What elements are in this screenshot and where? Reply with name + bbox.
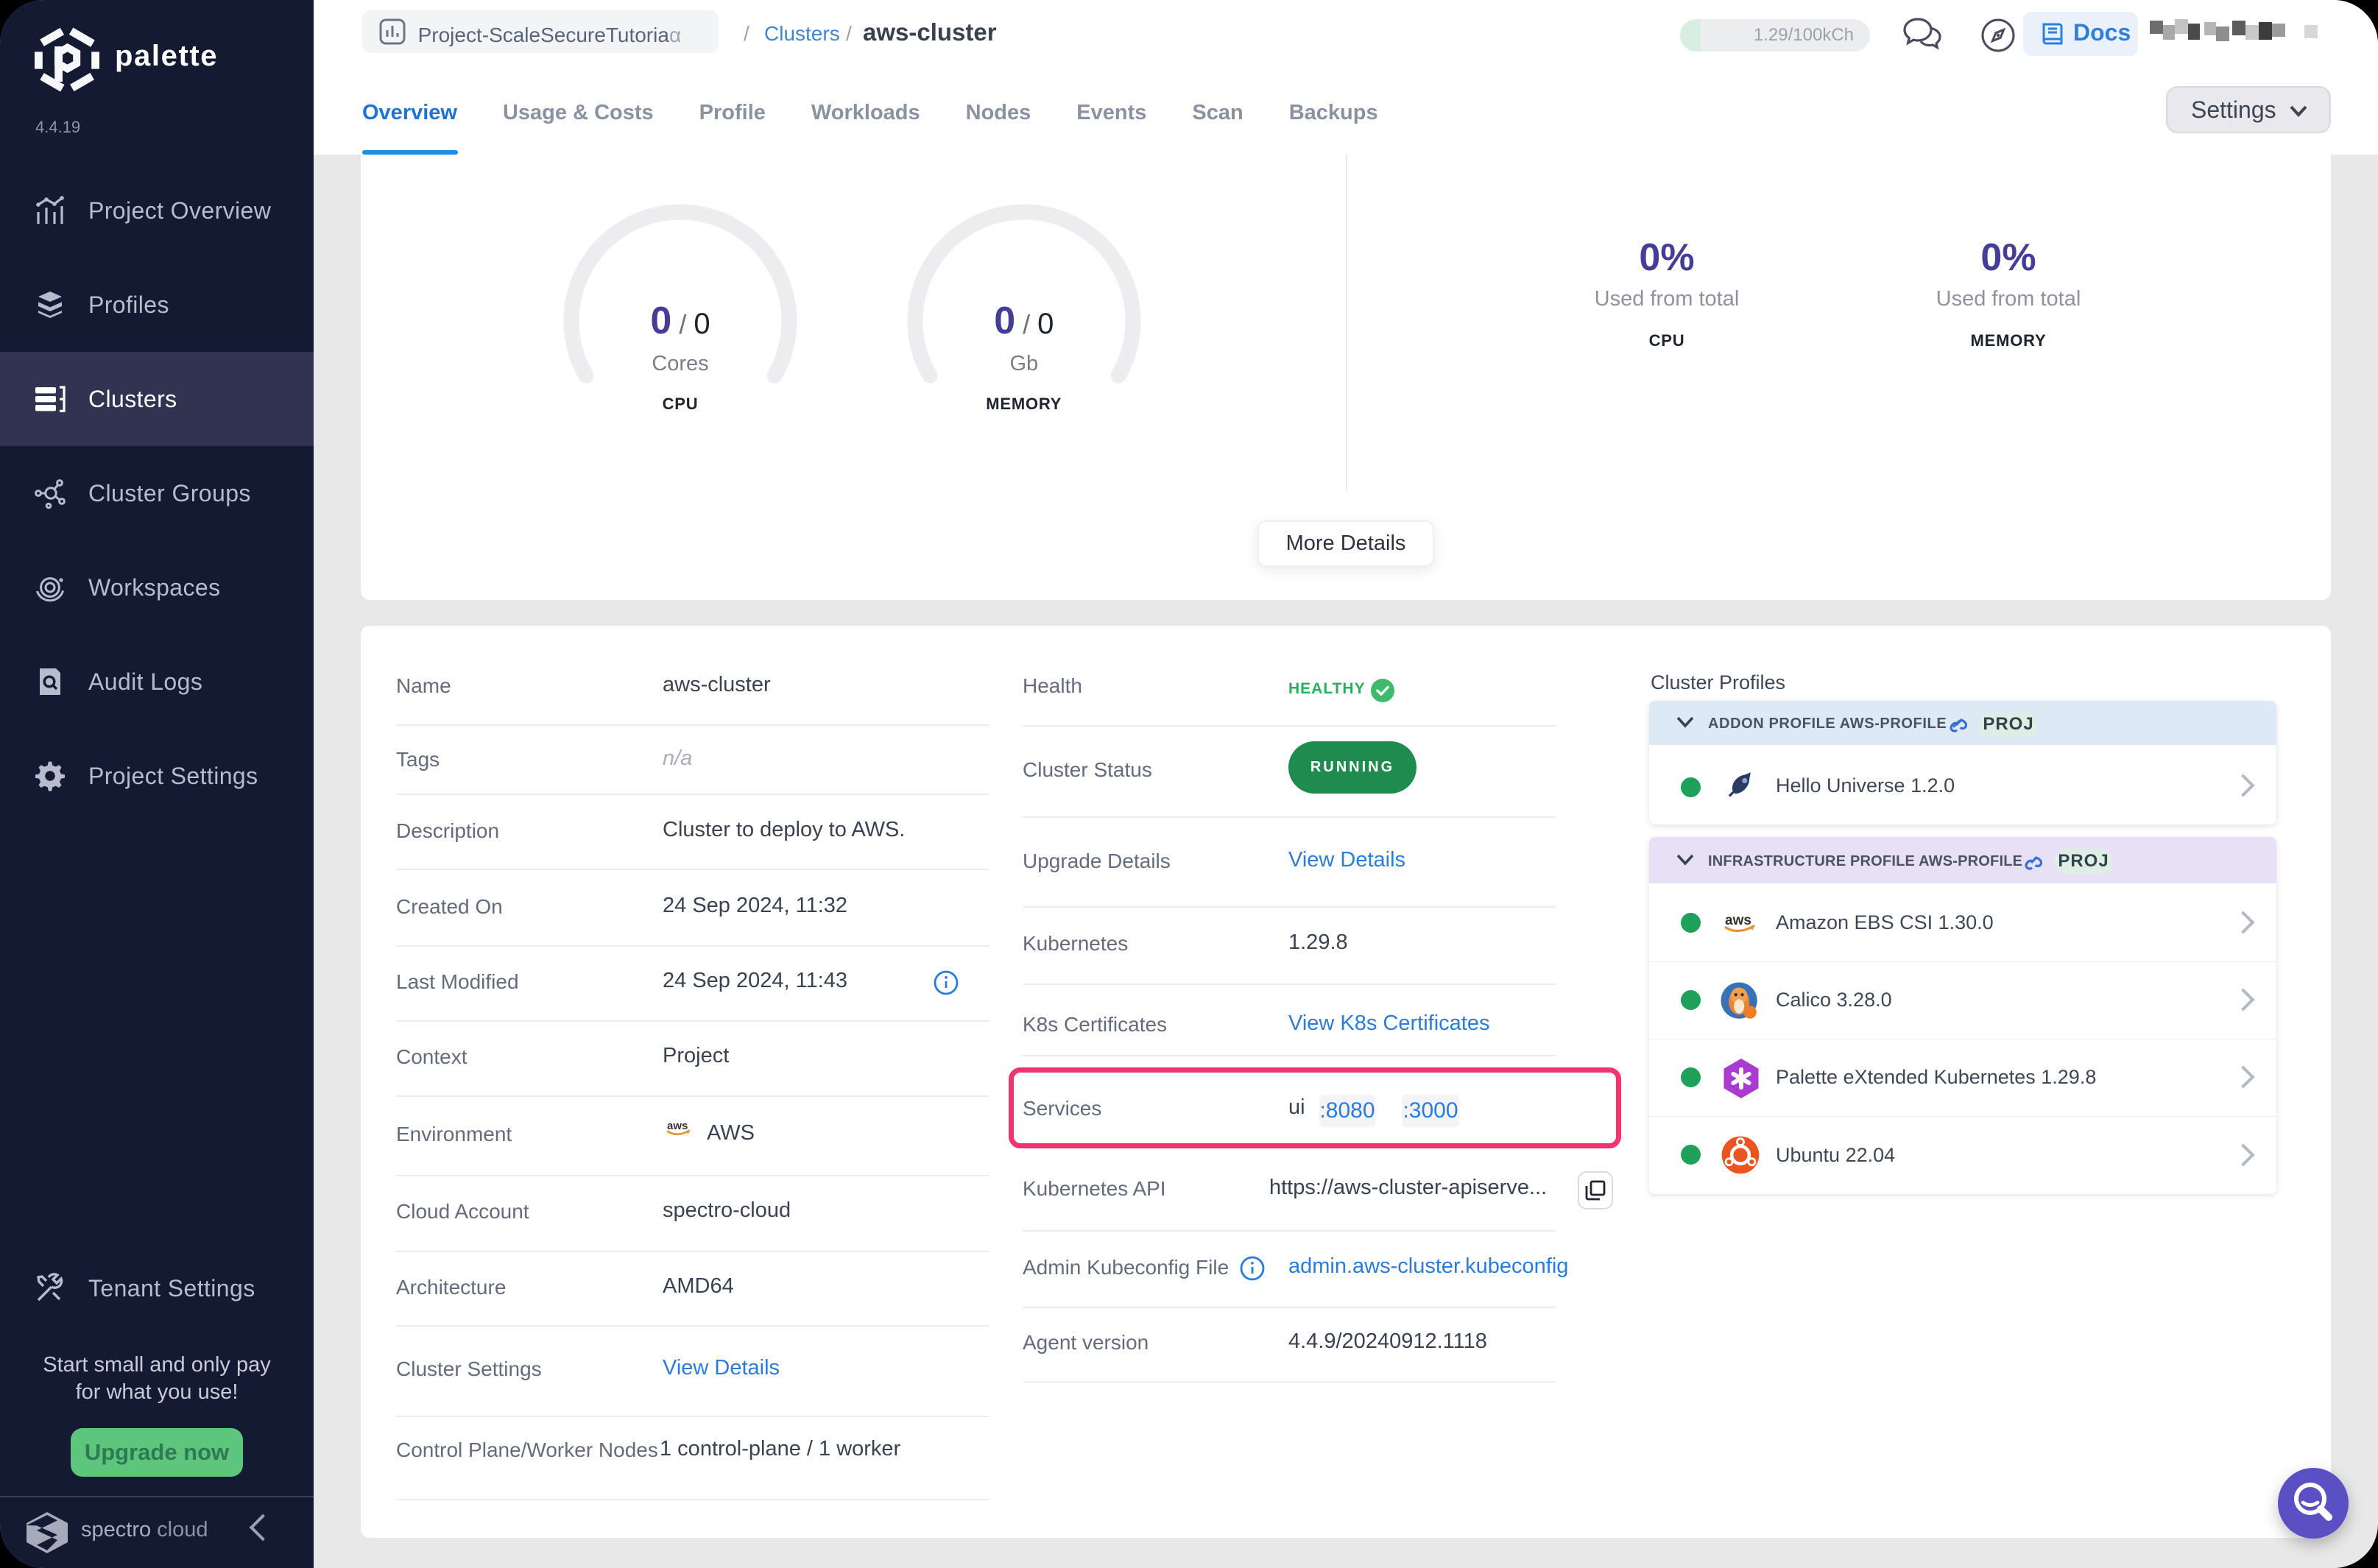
svg-text:aws: aws [1725, 913, 1751, 928]
svg-text:aws: aws [667, 1120, 688, 1132]
